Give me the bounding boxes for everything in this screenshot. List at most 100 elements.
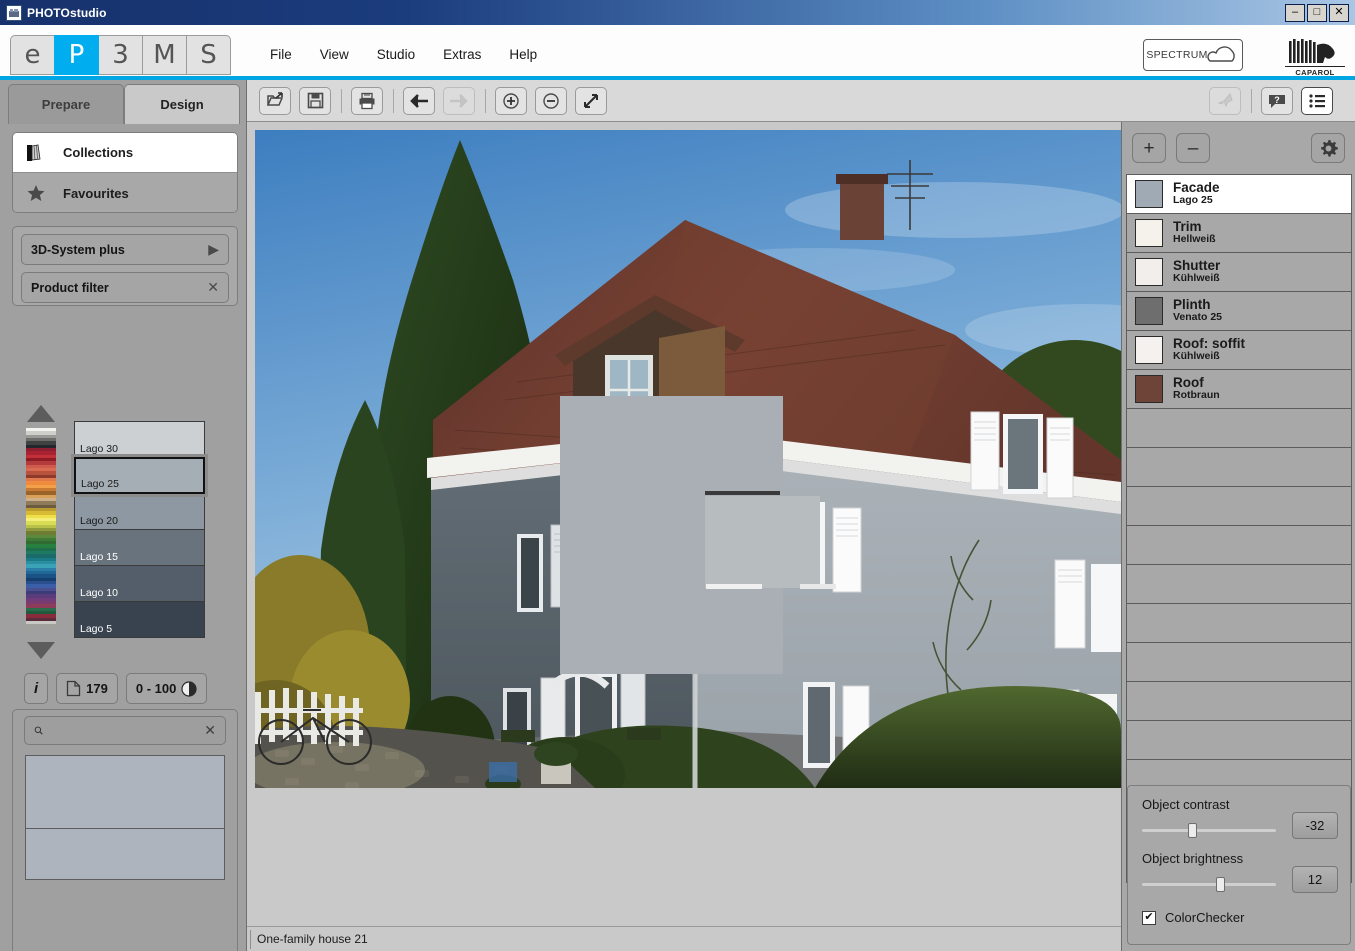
share-button[interactable] xyxy=(1209,86,1241,115)
page-count-button[interactable]: 179 xyxy=(56,673,118,704)
layer-row-empty[interactable] xyxy=(1127,448,1351,487)
colorchecker-checkbox[interactable]: ✔ xyxy=(1142,910,1156,925)
layer-swatch[interactable] xyxy=(1135,336,1163,364)
info-button[interactable]: i xyxy=(24,673,49,704)
back-button[interactable] xyxy=(403,86,435,115)
menu-bar: File View Studio Extras Help xyxy=(270,47,537,62)
minimize-button[interactable]: – xyxy=(1285,3,1305,22)
application-window: PHOTOstudio – □ ✕ e P 3 M S File View St… xyxy=(0,0,1355,951)
zoom-out-button[interactable] xyxy=(535,86,567,115)
sidebar-item-collections[interactable]: Collections xyxy=(13,133,237,173)
menu-item-studio[interactable]: Studio xyxy=(377,47,415,62)
menu-item-file[interactable]: File xyxy=(270,47,292,62)
svg-text:?: ? xyxy=(1274,95,1280,105)
layer-color-name: Rotbraun xyxy=(1173,389,1220,402)
mode-tab-e[interactable]: e xyxy=(10,35,55,75)
tab-prepare[interactable]: Prepare xyxy=(8,84,124,124)
tab-prepare-label: Prepare xyxy=(41,97,91,112)
menu-strip: e P 3 M S File View Studio Extras Help S… xyxy=(0,25,1355,80)
layer-row-empty[interactable] xyxy=(1127,643,1351,682)
layer-row-empty[interactable] xyxy=(1127,682,1351,721)
tab-design[interactable]: Design xyxy=(124,84,240,124)
layer-row[interactable]: Facade Lago 25 xyxy=(1127,175,1351,214)
selection-overlay[interactable] xyxy=(560,396,836,674)
layer-list[interactable]: Facade Lago 25 Trim Hellweiß Shutter Kühlweiß… xyxy=(1126,174,1352,883)
mode-tab-m[interactable]: M xyxy=(142,35,187,75)
menu-item-help[interactable]: Help xyxy=(509,47,537,62)
layer-name: Shutter xyxy=(1173,258,1221,274)
open-button[interactable] xyxy=(259,86,291,115)
mode-tabs: e P 3 M S xyxy=(10,35,231,75)
mode-tab-s-label: S xyxy=(200,40,217,70)
layer-swatch[interactable] xyxy=(1135,297,1163,325)
color-swatch[interactable]: Lago 5 xyxy=(74,601,205,638)
color-swatch[interactable]: Lago 30 xyxy=(74,421,205,458)
layer-row[interactable]: Shutter Kühlweiß xyxy=(1127,253,1351,292)
mode-tab-p[interactable]: P xyxy=(54,35,99,75)
chevron-right-icon: ▶ xyxy=(208,241,219,257)
search-results-list[interactable] xyxy=(25,755,225,880)
search-field[interactable] xyxy=(49,723,205,738)
list-button[interactable] xyxy=(1301,86,1333,115)
layer-swatch[interactable] xyxy=(1135,375,1163,403)
layer-row-empty[interactable] xyxy=(1127,487,1351,526)
layer-row-empty[interactable] xyxy=(1127,604,1351,643)
layer-row[interactable]: Trim Hellweiß xyxy=(1127,214,1351,253)
maximize-button[interactable]: □ xyxy=(1307,3,1327,22)
layer-row[interactable]: Plinth Venato 25 xyxy=(1127,292,1351,331)
object-brightness-value[interactable]: 12 xyxy=(1292,866,1338,893)
color-swatch[interactable]: Lago 25 xyxy=(71,454,208,497)
layer-settings-button[interactable] xyxy=(1311,133,1345,163)
colorchecker-row[interactable]: ✔ ColorChecker xyxy=(1142,910,1244,925)
remove-layer-button[interactable]: – xyxy=(1176,133,1210,163)
caparol-label: CAPAROL xyxy=(1285,66,1345,77)
color-swatch-label: Lago 30 xyxy=(80,443,118,455)
add-layer-button[interactable]: + xyxy=(1132,133,1166,163)
layer-row[interactable]: Roof Rotbraun xyxy=(1127,370,1351,409)
color-fan-strip[interactable] xyxy=(26,428,56,628)
color-swatch[interactable]: Lago 10 xyxy=(74,565,205,602)
zoom-out-icon xyxy=(543,92,559,109)
scroll-up-button[interactable] xyxy=(25,402,57,426)
object-brightness-slider[interactable] xyxy=(1142,877,1276,892)
menu-item-extras[interactable]: Extras xyxy=(443,47,481,62)
help-button[interactable]: ? xyxy=(1261,86,1293,115)
zoom-in-button[interactable] xyxy=(495,86,527,115)
layer-row-empty[interactable] xyxy=(1127,721,1351,760)
color-swatch[interactable]: Lago 15 xyxy=(74,529,205,566)
close-button[interactable]: ✕ xyxy=(1329,3,1349,22)
page-count-label: 179 xyxy=(86,681,108,696)
sidebar-item-favourites[interactable]: Favourites xyxy=(13,173,237,212)
product-filter-button[interactable]: Product filter ✕ xyxy=(21,272,229,303)
layer-swatch[interactable] xyxy=(1135,180,1163,208)
search-input[interactable]: ✕ xyxy=(24,716,226,745)
clear-filter-icon: ✕ xyxy=(207,279,219,295)
layer-row-empty[interactable] xyxy=(1127,565,1351,604)
brightness-knob[interactable] xyxy=(1215,877,1225,892)
color-swatch[interactable]: Lago 20 xyxy=(74,493,205,530)
layer-color-name: Venato 25 xyxy=(1173,311,1223,324)
save-button[interactable] xyxy=(299,86,331,115)
color-swatch-label: Lago 5 xyxy=(80,623,113,635)
menu-item-view[interactable]: View xyxy=(320,47,349,62)
fan-strip-row[interactable] xyxy=(26,624,56,628)
house-photo[interactable] xyxy=(255,130,1121,788)
scroll-down-button[interactable] xyxy=(25,638,57,662)
object-contrast-slider[interactable] xyxy=(1142,823,1276,838)
mode-tab-s[interactable]: S xyxy=(186,35,231,75)
system-filter-button[interactable]: 3D-System plus ▶ xyxy=(21,234,229,265)
print-button[interactable] xyxy=(351,86,383,115)
layer-row[interactable]: Roof: soffit Kühlweiß xyxy=(1127,331,1351,370)
layer-swatch[interactable] xyxy=(1135,258,1163,286)
layer-row-empty[interactable] xyxy=(1127,409,1351,448)
spectrum-logo[interactable]: SPECTRUM xyxy=(1143,39,1243,71)
fit-screen-button[interactable] xyxy=(575,86,607,115)
forward-button[interactable] xyxy=(443,86,475,115)
object-contrast-value[interactable]: -32 xyxy=(1292,812,1338,839)
layer-swatch[interactable] xyxy=(1135,219,1163,247)
search-clear-icon[interactable]: ✕ xyxy=(204,722,216,739)
contrast-knob[interactable] xyxy=(1187,823,1197,838)
mode-tab-3[interactable]: 3 xyxy=(98,35,143,75)
layer-row-empty[interactable] xyxy=(1127,526,1351,565)
range-button[interactable]: 0 - 100 xyxy=(125,673,208,704)
